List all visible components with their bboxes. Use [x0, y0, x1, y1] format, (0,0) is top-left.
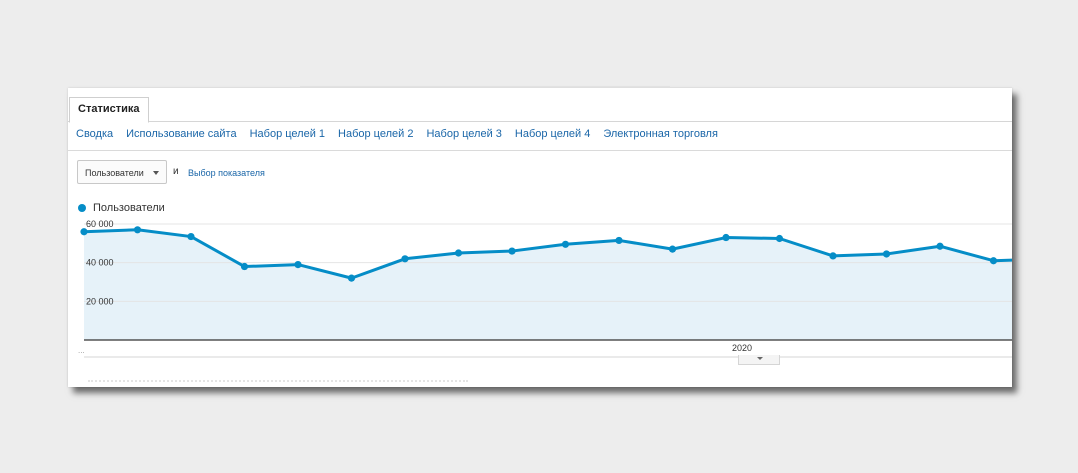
- data-point: [401, 255, 409, 263]
- data-point: [347, 274, 356, 282]
- x-tick-label: 2020: [732, 343, 752, 353]
- data-point: [775, 234, 784, 243]
- data-point: [668, 245, 677, 253]
- data-point: [294, 261, 302, 269]
- report-card: Статистика Сводка Использование сайта На…: [68, 88, 1012, 387]
- users-line-chart: 60 000 40 000 20 000 2020...: [78, 219, 1012, 358]
- data-point: [508, 247, 516, 255]
- data-point: [133, 226, 142, 234]
- table-row: [88, 380, 468, 384]
- data-point: [454, 249, 463, 257]
- background-line: [300, 86, 670, 87]
- y-tick-label: 40 000: [86, 258, 114, 268]
- collapse-chart-button[interactable]: [738, 355, 780, 365]
- y-tick-label: 20 000: [86, 296, 114, 306]
- data-point: [561, 240, 570, 248]
- data-point: [829, 252, 837, 260]
- y-tick-label: 60 000: [86, 219, 114, 229]
- data-point: [882, 250, 891, 258]
- data-point: [936, 242, 944, 250]
- data-point: [80, 228, 88, 236]
- data-point: [240, 262, 249, 271]
- chevron-down-icon: [757, 357, 763, 360]
- data-point: [187, 232, 195, 241]
- data-point: [615, 236, 623, 245]
- x-tick-label: ...: [78, 346, 85, 355]
- data-point: [722, 233, 730, 242]
- data-point: [989, 257, 998, 265]
